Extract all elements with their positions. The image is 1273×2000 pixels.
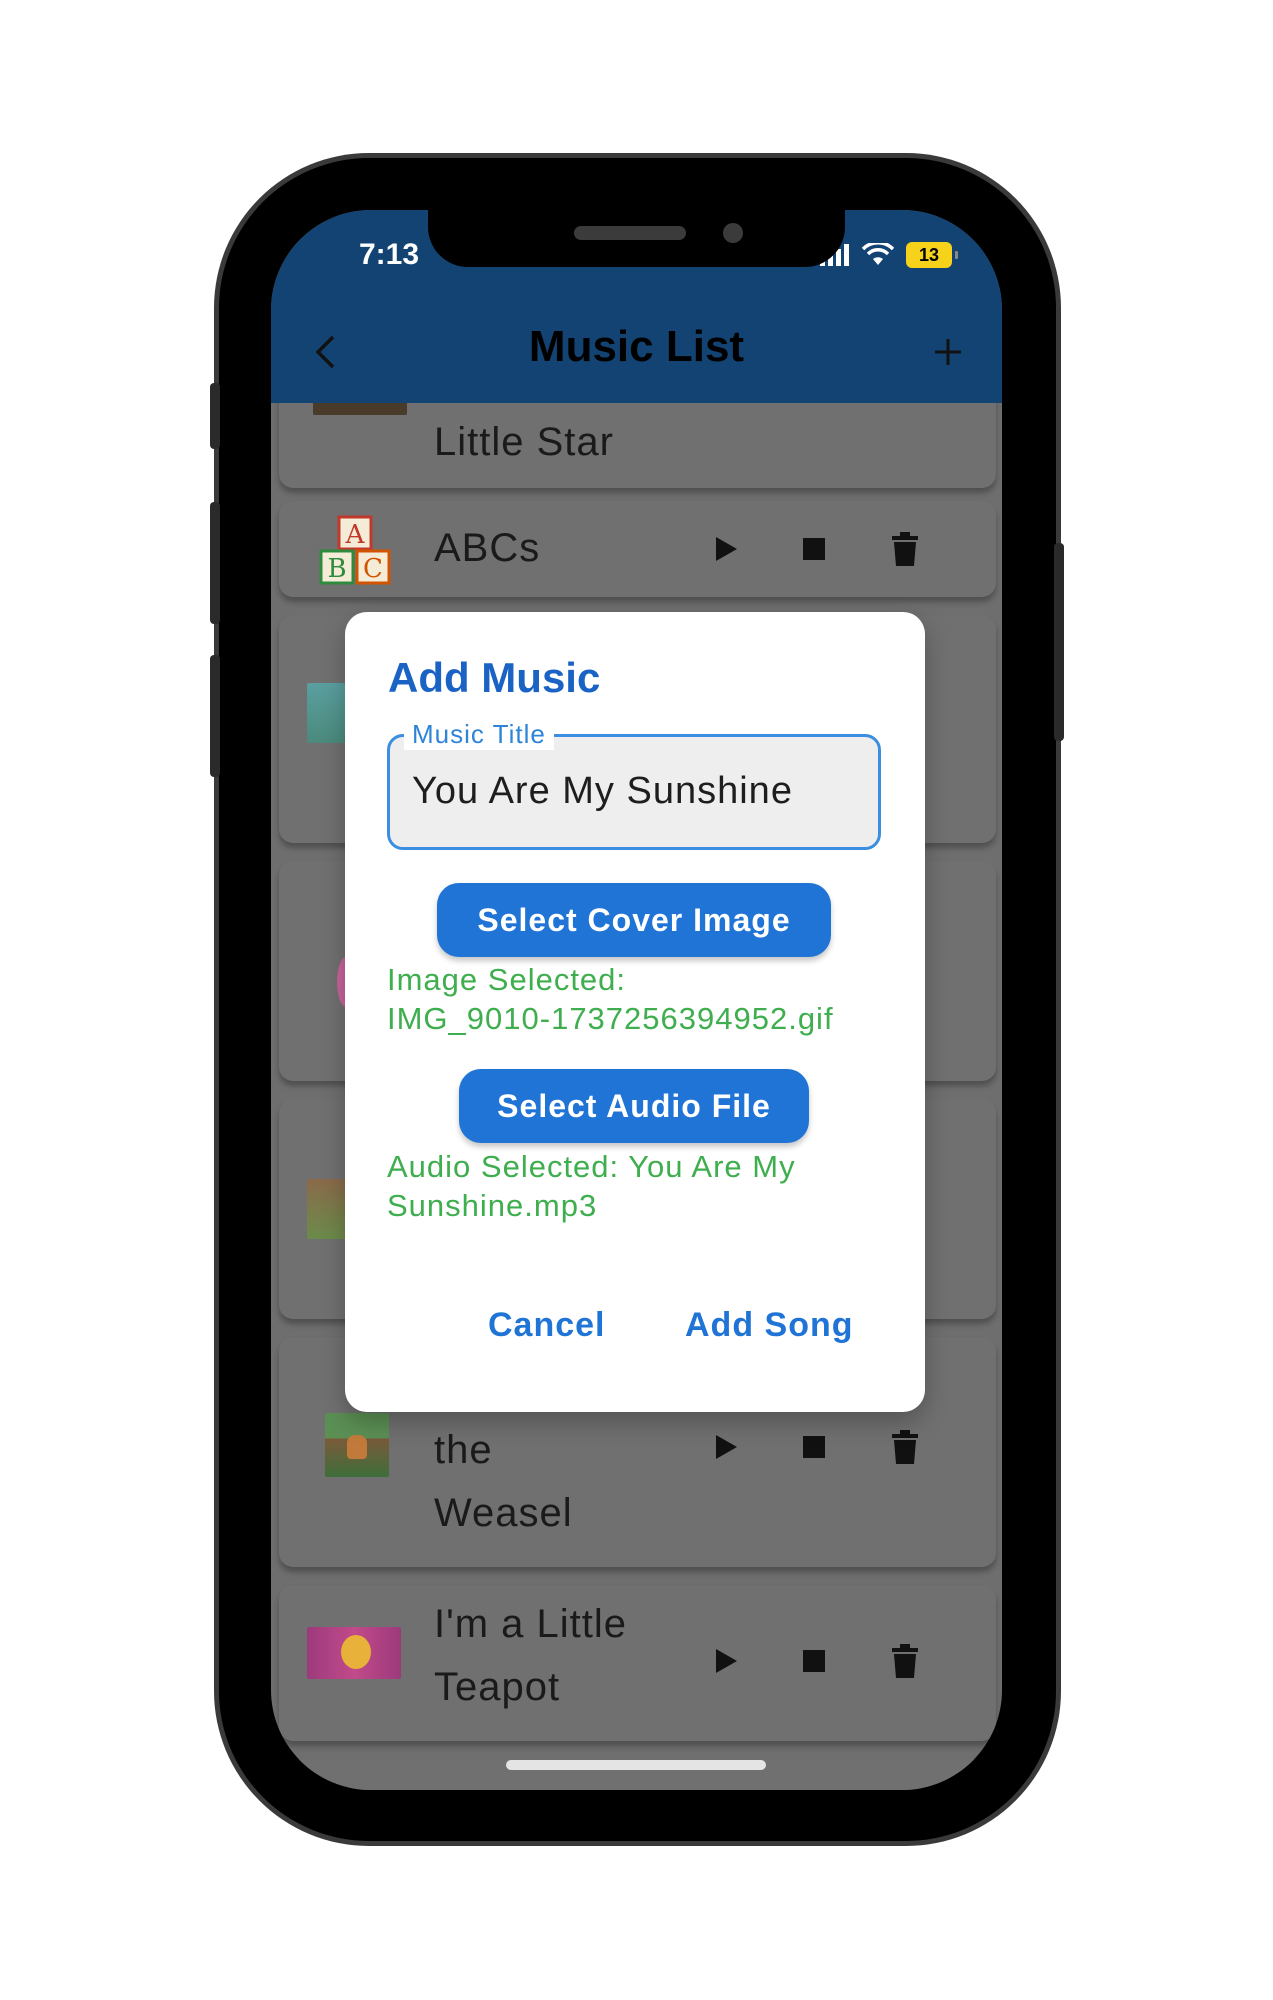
image-selected-line2: IMG_9010-1737256394952.gif bbox=[387, 1001, 834, 1036]
svg-text:A: A bbox=[345, 520, 366, 550]
song-title-line2: Weasel bbox=[434, 1491, 573, 1535]
home-indicator[interactable] bbox=[506, 1760, 766, 1770]
music-title-label: Music Title bbox=[404, 719, 554, 750]
song-title: Little Star bbox=[434, 420, 614, 464]
audio-selected-status: Audio Selected: You Are My Sunshine.mp3 bbox=[387, 1147, 887, 1225]
volume-up-button bbox=[210, 502, 220, 624]
delete-icon[interactable] bbox=[885, 1641, 925, 1681]
wifi-icon bbox=[862, 243, 894, 265]
mute-switch bbox=[210, 383, 220, 449]
phone-screen: Little Star A B C ABCs the Weasel I'm a … bbox=[271, 210, 1002, 1790]
volume-down-button bbox=[210, 655, 220, 777]
add-icon[interactable] bbox=[918, 322, 978, 382]
svg-text:C: C bbox=[363, 554, 383, 584]
list-item[interactable]: I'm a Little Teapot bbox=[279, 1585, 996, 1741]
svg-text:B: B bbox=[327, 554, 346, 584]
music-title-field[interactable]: Music Title bbox=[387, 719, 881, 850]
song-title-line1: the bbox=[434, 1428, 493, 1472]
battery-icon: 13 bbox=[906, 242, 958, 268]
add-song-button[interactable]: Add Song bbox=[685, 1306, 854, 1345]
app-bar: 7:13 13 Music List bbox=[271, 210, 1002, 403]
list-item[interactable]: A B C ABCs bbox=[279, 501, 996, 597]
power-button bbox=[1054, 543, 1064, 741]
delete-icon[interactable] bbox=[885, 529, 925, 569]
notch bbox=[428, 210, 845, 267]
audio-selected-line2: Sunshine.mp3 bbox=[387, 1188, 598, 1223]
stop-icon[interactable] bbox=[794, 529, 834, 569]
stop-icon[interactable] bbox=[794, 1641, 834, 1681]
delete-icon[interactable] bbox=[885, 1427, 925, 1467]
song-title: ABCs bbox=[434, 526, 541, 570]
add-music-dialog: Add Music Music Title Select Cover Image… bbox=[345, 612, 925, 1412]
play-icon[interactable] bbox=[706, 529, 746, 569]
song-title-line2: Teapot bbox=[434, 1665, 561, 1709]
image-selected-line1: Image Selected: bbox=[387, 962, 627, 997]
music-title-input[interactable] bbox=[410, 769, 864, 814]
dialog-title: Add Music bbox=[388, 654, 601, 701]
page-title: Music List bbox=[528, 322, 745, 371]
front-camera bbox=[723, 223, 743, 243]
abc-blocks-thumbnail: A B C bbox=[319, 515, 391, 585]
play-icon[interactable] bbox=[706, 1427, 746, 1467]
select-audio-file-button[interactable]: Select Audio File bbox=[459, 1069, 809, 1143]
stop-icon[interactable] bbox=[794, 1427, 834, 1467]
song-thumbnail bbox=[307, 1179, 347, 1239]
teapot-thumbnail bbox=[307, 1627, 401, 1679]
play-icon[interactable] bbox=[706, 1641, 746, 1681]
song-title-line1: I'm a Little bbox=[434, 1602, 628, 1646]
image-selected-status: Image Selected: IMG_9010-1737256394952.g… bbox=[387, 960, 887, 1038]
select-cover-image-button[interactable]: Select Cover Image bbox=[437, 883, 831, 957]
audio-selected-line1: Audio Selected: You Are My bbox=[387, 1149, 796, 1184]
cancel-button[interactable]: Cancel bbox=[488, 1306, 606, 1345]
song-thumbnail bbox=[325, 1413, 389, 1477]
status-time: 7:13 bbox=[359, 238, 420, 271]
speaker-grille bbox=[574, 226, 686, 240]
song-thumbnail bbox=[307, 683, 345, 743]
